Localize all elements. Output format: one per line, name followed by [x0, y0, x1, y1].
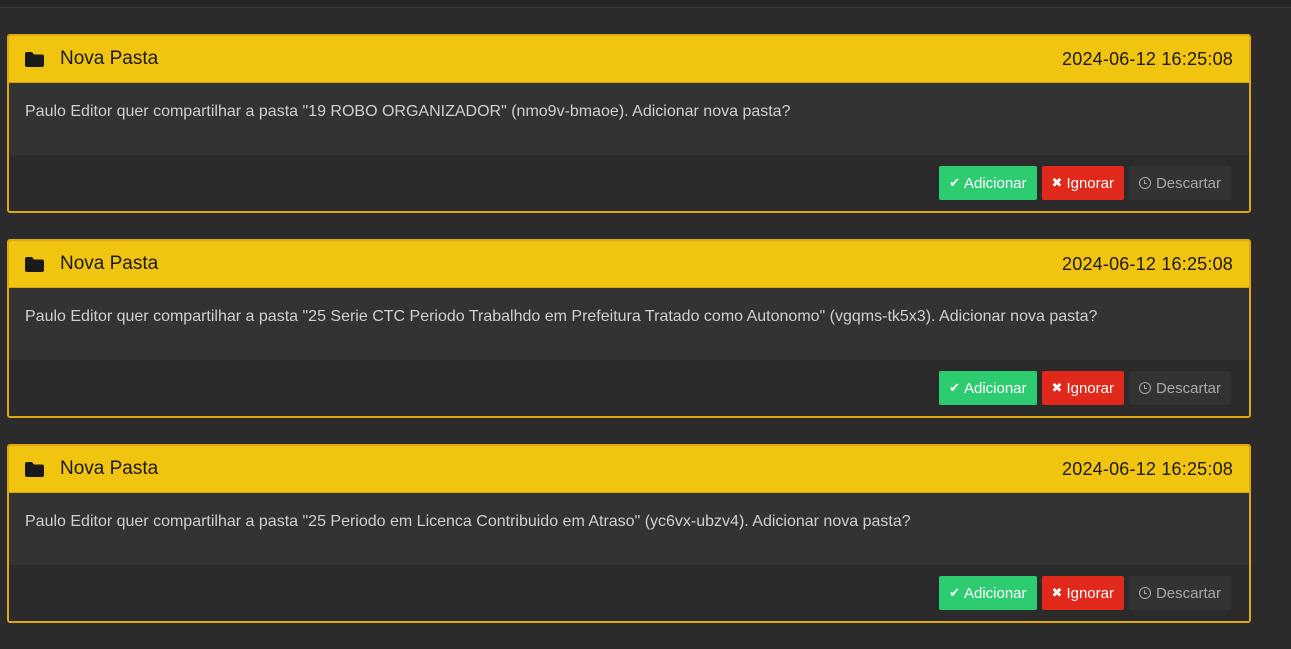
card-actions: ✔ Adicionar ✖ Ignorar Descartar: [9, 565, 1249, 621]
folder-icon: [25, 256, 44, 272]
discard-button-label: Descartar: [1155, 174, 1221, 192]
card-header: Nova Pasta 2024-06-12 16:25:08: [9, 446, 1249, 493]
add-button[interactable]: ✔ Adicionar: [939, 371, 1037, 405]
add-button[interactable]: ✔ Adicionar: [939, 166, 1037, 200]
card-title: Nova Pasta: [60, 458, 159, 479]
check-icon: ✔: [949, 585, 960, 600]
clock-icon: [1138, 177, 1151, 189]
add-button-label: Adicionar: [963, 379, 1027, 397]
folder-icon: [25, 51, 44, 67]
ignore-button-label: Ignorar: [1066, 584, 1114, 602]
ignore-button-label: Ignorar: [1066, 379, 1114, 397]
notification-card: Nova Pasta 2024-06-12 16:25:08 Paulo Edi…: [7, 34, 1251, 213]
clock-icon: [1138, 382, 1151, 394]
ignore-button[interactable]: ✖ Ignorar: [1041, 371, 1124, 405]
notification-list: Nova Pasta 2024-06-12 16:25:08 Paulo Edi…: [7, 34, 1251, 649]
card-actions: ✔ Adicionar ✖ Ignorar Descartar: [9, 360, 1249, 416]
add-button[interactable]: ✔ Adicionar: [939, 576, 1037, 610]
folder-icon: [25, 461, 44, 477]
ignore-button-label: Ignorar: [1066, 174, 1114, 192]
card-header: Nova Pasta 2024-06-12 16:25:08: [9, 36, 1249, 83]
check-icon: ✔: [949, 380, 960, 395]
card-title: Nova Pasta: [60, 253, 159, 274]
ignore-button[interactable]: ✖ Ignorar: [1041, 166, 1124, 200]
check-icon: ✔: [949, 175, 960, 190]
times-icon: ✖: [1051, 175, 1063, 190]
discard-button[interactable]: Descartar: [1128, 166, 1231, 200]
card-message: Paulo Editor quer compartilhar a pasta "…: [9, 288, 1249, 360]
notification-card: Nova Pasta 2024-06-12 16:25:08 Paulo Edi…: [7, 239, 1251, 418]
discard-button[interactable]: Descartar: [1128, 371, 1231, 405]
card-timestamp: 2024-06-12 16:25:08: [1062, 48, 1233, 69]
ignore-button[interactable]: ✖ Ignorar: [1041, 576, 1124, 610]
discard-button-label: Descartar: [1155, 584, 1221, 602]
card-message: Paulo Editor quer compartilhar a pasta "…: [9, 493, 1249, 565]
card-header: Nova Pasta 2024-06-12 16:25:08: [9, 241, 1249, 288]
card-actions: ✔ Adicionar ✖ Ignorar Descartar: [9, 155, 1249, 211]
discard-button-label: Descartar: [1155, 379, 1221, 397]
discard-button[interactable]: Descartar: [1128, 576, 1231, 610]
times-icon: ✖: [1051, 380, 1063, 395]
notification-card: Nova Pasta 2024-06-12 16:25:08 Paulo Edi…: [7, 444, 1251, 623]
card-message: Paulo Editor quer compartilhar a pasta "…: [9, 83, 1249, 155]
add-button-label: Adicionar: [963, 174, 1027, 192]
top-bar: [0, 0, 1291, 8]
add-button-label: Adicionar: [963, 584, 1027, 602]
card-timestamp: 2024-06-12 16:25:08: [1062, 253, 1233, 274]
times-icon: ✖: [1051, 585, 1063, 600]
clock-icon: [1138, 587, 1151, 599]
card-title: Nova Pasta: [60, 48, 159, 69]
card-timestamp: 2024-06-12 16:25:08: [1062, 458, 1233, 479]
